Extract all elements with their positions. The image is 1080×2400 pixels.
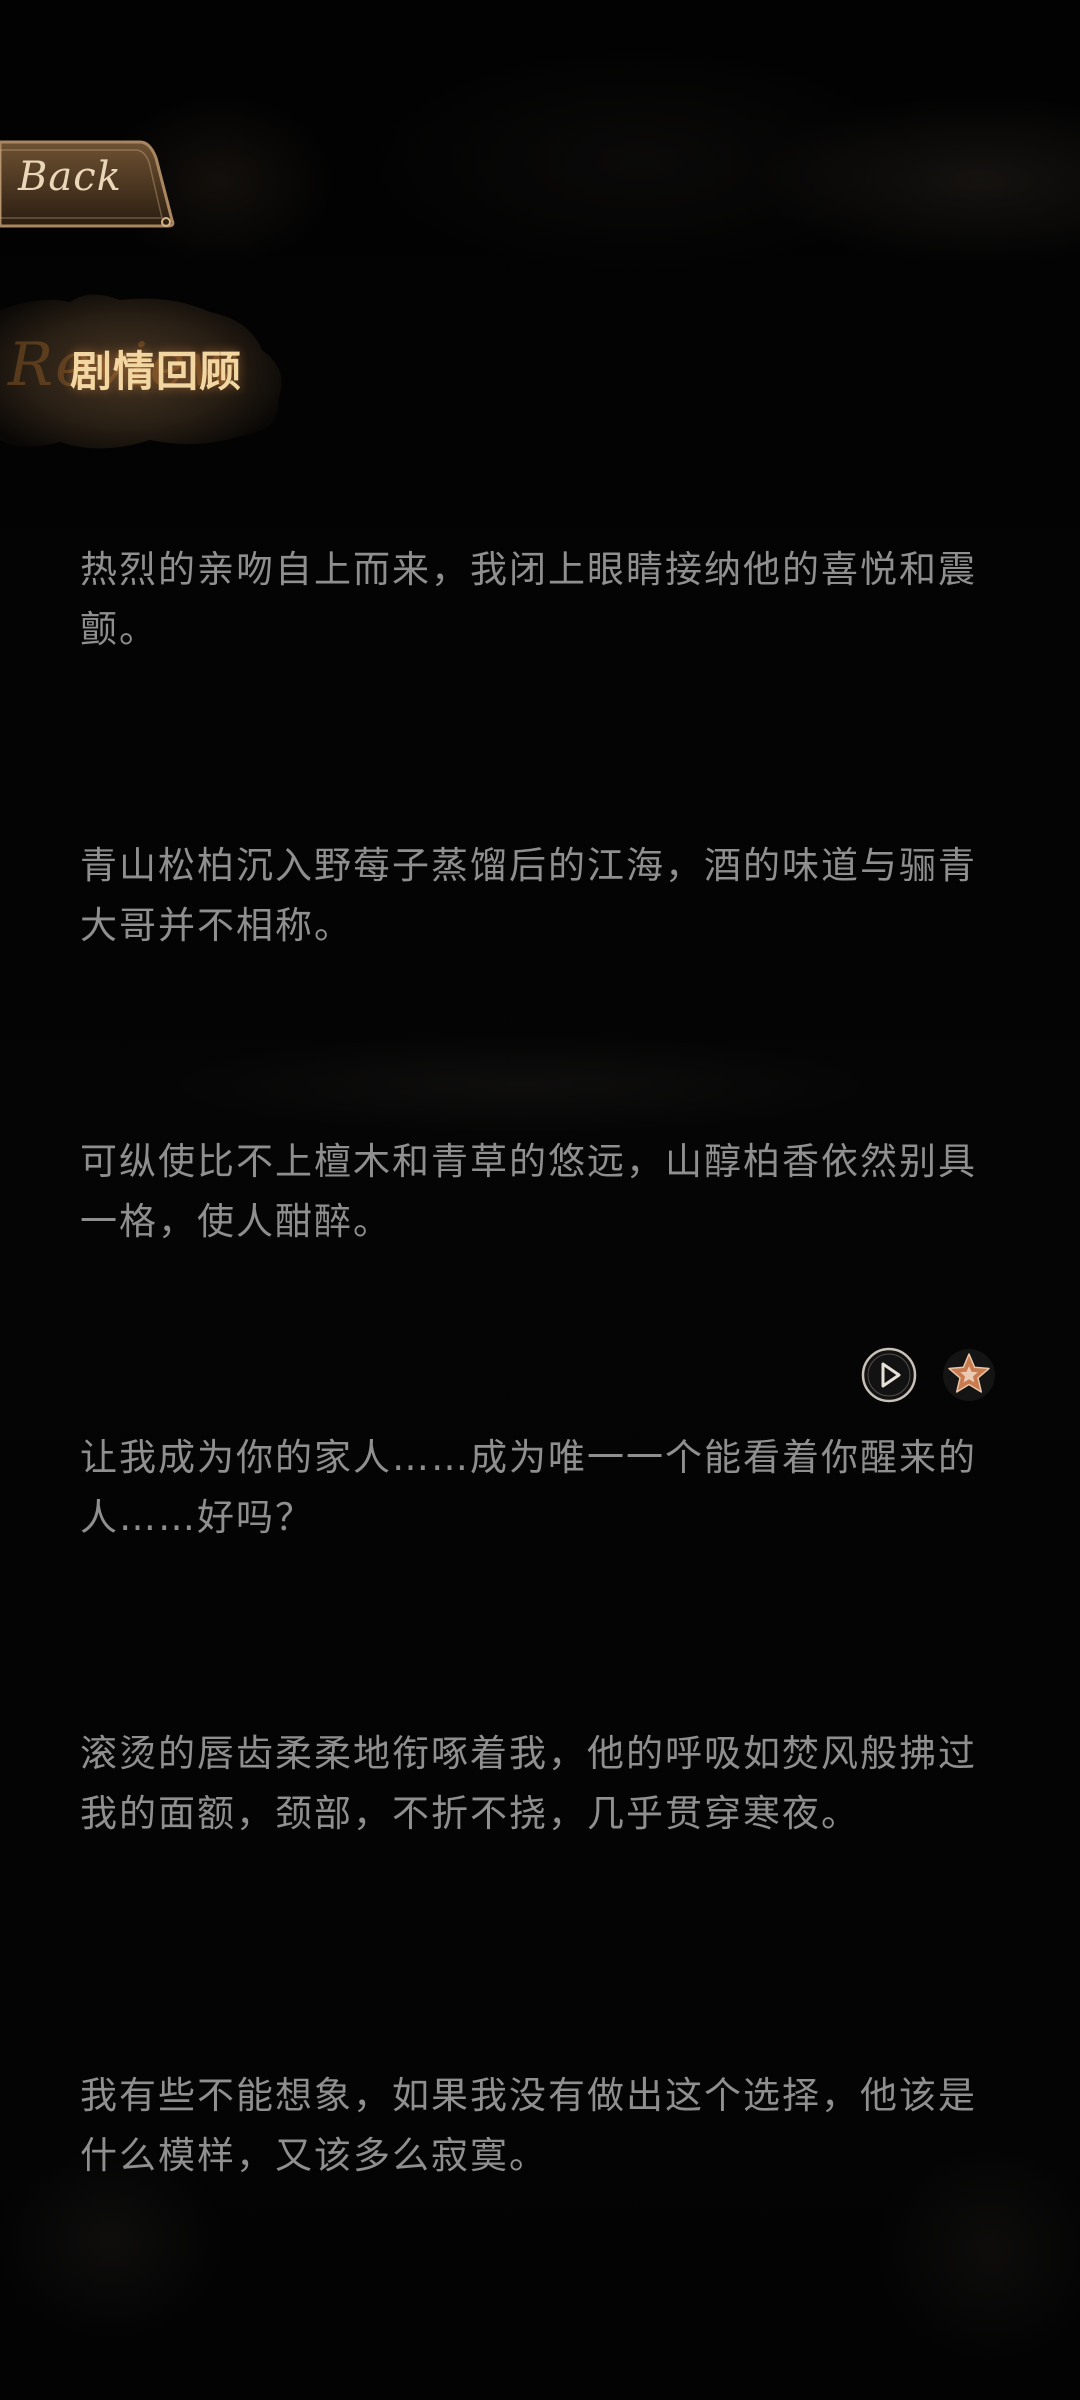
review-header: Review 剧情回顾 [0,290,290,460]
favorite-line-button[interactable] [940,1346,998,1404]
story-line-2: 青山松柏沉入野莓子蒸馏后的江海，酒的味道与骊青大哥并不相称。 [80,844,977,947]
story-line-3: 可纵使比不上檀木和青草的悠远，山醇柏香依然别具一格，使人酣醉。 [80,1140,977,1243]
back-label: Back [18,154,122,200]
play-voice-button[interactable] [860,1346,918,1404]
page-title: 剧情回顾 [70,347,243,396]
story-line-5: 滚烫的唇齿柔柔地衔啄着我，他的呼吸如焚风般拂过我的面额，颈部，不折不挠，几乎贯穿… [80,1732,977,1835]
story-line-6: 我有些不能想象，如果我没有做出这个选择，他该是什么模样，又该多么寂寞。 [80,2074,977,2177]
star-icon [943,1349,995,1401]
back-button[interactable]: Back [0,138,182,230]
story-line-4: 让我成为你的家人……成为唯一一个能看着你醒来的人……好吗？ [80,1436,977,1539]
play-circle-icon [861,1347,917,1403]
story-line-1: 热烈的亲吻自上而来，我闭上眼睛接纳他的喜悦和震颤。 [80,548,977,651]
